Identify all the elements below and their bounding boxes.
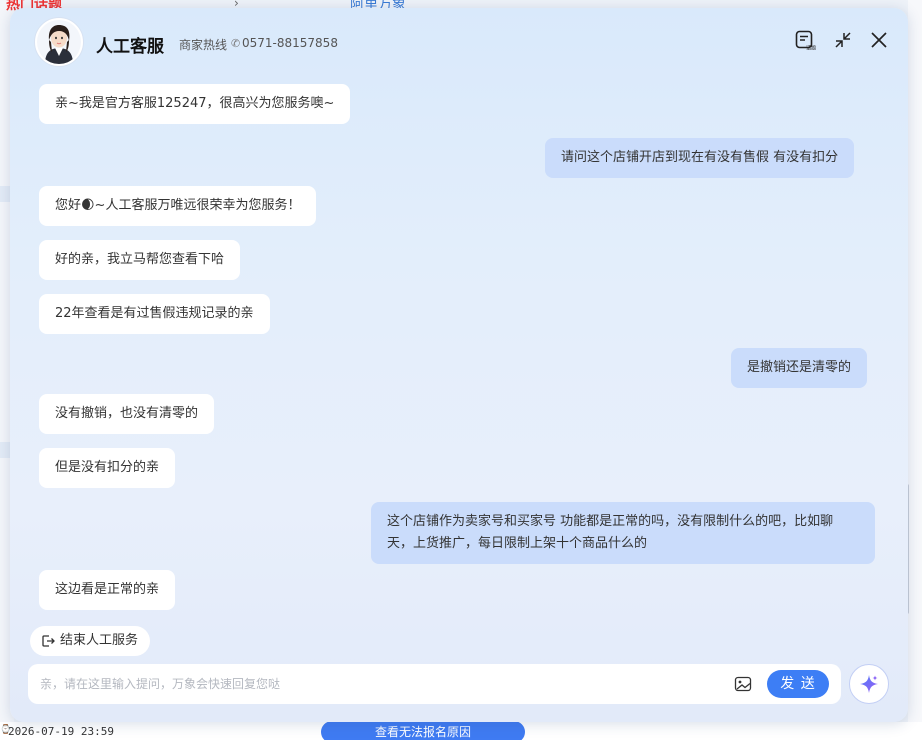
message-outgoing: 是撤销还是清零的 [731, 348, 868, 388]
hotline-number: 0571-88157858 [242, 36, 338, 50]
message-incoming: 但是没有扣分的亲 [39, 448, 176, 488]
exit-icon [42, 635, 55, 647]
image-upload-icon[interactable] [734, 675, 752, 693]
message-incoming: 没有撤销，也没有清零的 [39, 394, 215, 434]
message-incoming: 22年查看是有过售假违规记录的亲 [39, 294, 270, 334]
customer-service-dialog: 人工客服 商家热线 ✆ 0571-88157858 话题 亲~我是官方客服125… [10, 8, 908, 722]
history-record-icon-text: 话题 [806, 45, 816, 52]
dialog-header: 人工客服 商家热线 ✆ 0571-88157858 话题 [10, 8, 908, 78]
history-record-icon[interactable]: 话题 [793, 28, 817, 52]
dialog-title: 人工客服 [96, 37, 164, 57]
message-incoming: 您好🌒~人工客服万唯远很荣幸为您服务！ [39, 186, 317, 226]
background-date: 2026-07-19 23:59 [8, 725, 114, 738]
message-outgoing: 这个店铺作为卖家号和买家号 功能都是正常的吗，没有限制什么的吧，比如聊天，上货推… [371, 502, 875, 564]
hotline-label: 商家热线 [179, 38, 228, 52]
minimize-icon[interactable] [831, 28, 855, 52]
background-right-strip [908, 0, 922, 740]
message-incoming: 好的亲，我立马帮您查看下哈 [39, 240, 241, 280]
send-button[interactable]: 发 送 [767, 670, 829, 698]
close-icon[interactable] [867, 28, 891, 52]
message-outgoing: 请问这个店铺开店到现在有没有售假 有没有扣分 [545, 138, 855, 178]
background-reason-button[interactable]: 查看无法报名原因 [321, 721, 525, 740]
sparkle-icon [860, 675, 878, 693]
message-input[interactable] [40, 674, 720, 694]
message-incoming: 亲~我是官方客服125247，很高兴为您服务噢~ [39, 84, 351, 124]
clock-icon: ⌚ [0, 725, 12, 735]
ai-assistant-button[interactable] [849, 664, 889, 704]
phone-icon: ✆ [231, 37, 241, 50]
message-incoming: 这边看是正常的亲 [39, 570, 176, 610]
end-service-label: 结束人工服务 [60, 633, 139, 648]
end-service-button[interactable]: 结束人工服务 [30, 626, 151, 656]
message-list: 亲~我是官方客服125247，很高兴为您服务噢~ 请问这个店铺开店到现在有没有售… [10, 78, 908, 618]
message-input-bar: 发 送 [28, 664, 841, 704]
agent-avatar [35, 18, 83, 66]
